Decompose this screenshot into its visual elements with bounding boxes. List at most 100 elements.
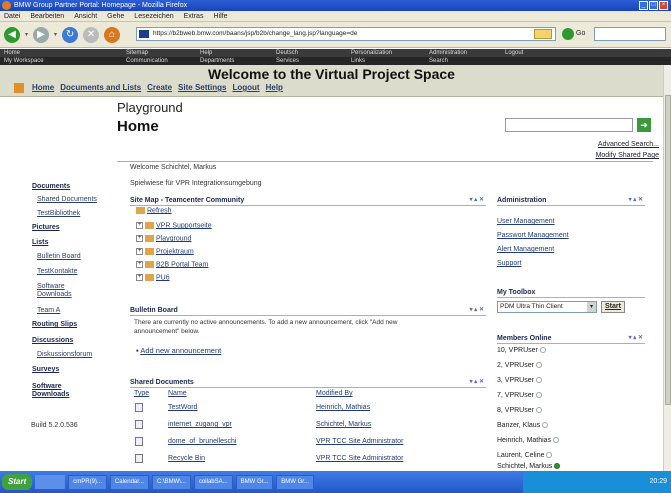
- stop-icon[interactable]: ✕: [83, 26, 100, 43]
- taskbar-button[interactable]: BMW Gr...: [276, 474, 314, 490]
- member-item[interactable]: 3, VPRUser: [497, 377, 542, 384]
- portal-nav-help[interactable]: Help: [200, 49, 212, 57]
- portal-nav-search[interactable]: Search: [429, 57, 448, 65]
- clock[interactable]: 20:29: [649, 478, 667, 485]
- toolbox-select[interactable]: PDM Ultra Thin Client ▾: [497, 301, 597, 313]
- menu-lesezeichen[interactable]: Lesezeichen: [134, 11, 173, 21]
- taskbar-button[interactable]: BMW Gr...: [235, 474, 274, 490]
- start-button[interactable]: Start: [601, 301, 625, 313]
- url-input[interactable]: https://b2bweb.bmw.com/baans/jsp/b2b/cha…: [136, 27, 556, 41]
- go-label[interactable]: Go: [576, 30, 585, 37]
- nav-discussions[interactable]: Discussions: [32, 337, 73, 344]
- sitemap-item[interactable]: + PU6: [136, 274, 170, 281]
- portal-nav-administration[interactable]: Administration: [429, 49, 467, 57]
- portal-nav-deutsch[interactable]: Deutsch: [276, 49, 298, 57]
- nav-bulletin-board[interactable]: Bulletin Board: [37, 253, 81, 260]
- site-search-input[interactable]: [505, 118, 633, 132]
- site-nav-help[interactable]: Help: [266, 83, 283, 93]
- nav-software-downloads-h2[interactable]: Downloads: [32, 391, 69, 398]
- member-item[interactable]: Heinrich, Mathias: [497, 437, 560, 444]
- member-item[interactable]: 7, VPRUser: [497, 392, 542, 399]
- doc-modified-by[interactable]: VPR TCC Site Administrator: [316, 438, 403, 445]
- portal-nav-services[interactable]: Services: [276, 57, 299, 65]
- advanced-search-link[interactable]: Advanced Search...: [596, 139, 659, 150]
- member-item[interactable]: 10, VPRUser: [497, 347, 546, 354]
- expand-icon[interactable]: +: [136, 235, 143, 242]
- taskbar-button[interactable]: C:\BMW\...: [151, 474, 191, 490]
- minimize-icon[interactable]: _: [639, 1, 648, 10]
- doc-name[interactable]: dome_of_brunelleschi: [168, 438, 237, 445]
- doc-modified-by[interactable]: Schichtel, Markus: [316, 421, 371, 428]
- back-icon[interactable]: ◀: [4, 26, 20, 43]
- member-item[interactable]: Banzer, Klaus: [497, 422, 549, 429]
- menu-extras[interactable]: Extras: [184, 11, 204, 21]
- scrollbar-thumb[interactable]: [665, 95, 671, 405]
- doc-name[interactable]: Recycle Bin: [168, 455, 205, 462]
- page-scrollbar[interactable]: [663, 65, 671, 471]
- modify-shared-page-link[interactable]: Modify Shared Page: [596, 150, 659, 161]
- portal-nav-logout[interactable]: Logout: [505, 49, 523, 57]
- close-icon[interactable]: ×: [659, 1, 668, 10]
- refresh-link[interactable]: Refresh: [136, 207, 172, 214]
- doc-name[interactable]: TestWord: [168, 404, 197, 411]
- expand-icon[interactable]: +: [136, 222, 143, 229]
- start-menu-button[interactable]: Start: [2, 474, 33, 490]
- nav-testkontakte[interactable]: TestKontakte: [37, 268, 77, 275]
- site-nav-documents[interactable]: Documents and Lists: [60, 83, 141, 93]
- sitemap-item[interactable]: + Projektraum: [136, 248, 194, 255]
- menu-ansicht[interactable]: Ansicht: [74, 11, 97, 21]
- browser-search-input[interactable]: [594, 27, 666, 41]
- portal-nav-departments[interactable]: Departments: [200, 57, 234, 65]
- menu-bearbeiten[interactable]: Bearbeiten: [30, 11, 64, 21]
- portal-nav-personalization[interactable]: Personalization: [351, 49, 392, 57]
- portal-nav-links[interactable]: Links: [351, 57, 365, 65]
- search-go-icon[interactable]: ➜: [637, 118, 651, 132]
- expand-icon[interactable]: +: [136, 248, 143, 255]
- member-item[interactable]: Laurent, Celine: [497, 452, 553, 459]
- back-dropdown-icon[interactable]: ▾: [25, 31, 28, 38]
- webpart-controls-icon[interactable]: ▾ ▴ ✕: [470, 305, 484, 316]
- alert-management-link[interactable]: Alert Management: [497, 246, 554, 253]
- sitemap-item[interactable]: + VPR Supportseite: [136, 222, 212, 229]
- forward-dropdown-icon[interactable]: ▾: [54, 31, 57, 38]
- site-nav-home[interactable]: Home: [32, 83, 54, 93]
- taskbar-button[interactable]: Calendar...: [109, 474, 149, 490]
- member-item[interactable]: Schichtel, Markus: [497, 463, 561, 470]
- reload-icon[interactable]: ↻: [62, 26, 79, 43]
- webpart-controls-icon[interactable]: ▾ ▴ ✕: [470, 377, 484, 388]
- member-item[interactable]: 2, VPRUser: [497, 362, 542, 369]
- doc-modified-by[interactable]: VPR TCC Site Administrator: [316, 455, 403, 462]
- col-type[interactable]: Type: [134, 390, 149, 397]
- col-modified[interactable]: Modified By: [316, 390, 353, 397]
- portal-nav-home[interactable]: Home: [4, 49, 20, 57]
- webpart-controls-icon[interactable]: ▾ ▴ ✕: [629, 333, 643, 344]
- webpart-controls-icon[interactable]: ▾ ▴ ✕: [470, 195, 484, 206]
- nav-surveys[interactable]: Surveys: [32, 366, 59, 373]
- nav-software-downloads-2[interactable]: Downloads: [37, 291, 72, 298]
- user-management-link[interactable]: User Management: [497, 218, 555, 225]
- member-item[interactable]: 8, VPRUser: [497, 407, 542, 414]
- chevron-down-icon[interactable]: ▾: [587, 302, 596, 312]
- maximize-icon[interactable]: □: [649, 1, 658, 10]
- portal-nav-communication[interactable]: Communication: [126, 57, 168, 65]
- doc-name[interactable]: internet_zugang_vpr: [168, 421, 232, 428]
- menu-gehe[interactable]: Gehe: [107, 11, 124, 21]
- go-icon[interactable]: [562, 28, 574, 40]
- quicklaunch-icons[interactable]: [35, 475, 66, 489]
- doc-modified-by[interactable]: Heinrich, Mathias: [316, 404, 370, 411]
- site-nav-create[interactable]: Create: [147, 83, 172, 93]
- expand-icon[interactable]: +: [136, 261, 143, 268]
- expand-icon[interactable]: +: [136, 274, 143, 281]
- nav-software-downloads-h1[interactable]: Software: [32, 383, 62, 390]
- home-icon[interactable]: ⌂: [104, 26, 121, 43]
- nav-software-downloads-1[interactable]: Software: [37, 283, 65, 290]
- site-nav-settings[interactable]: Site Settings: [178, 83, 226, 93]
- nav-routing-slips[interactable]: Routing Slips: [32, 321, 77, 328]
- sitemap-item[interactable]: + Playground: [136, 235, 191, 242]
- passwort-management-link[interactable]: Passwort Management: [497, 232, 569, 239]
- nav-diskussionsforum[interactable]: Diskussionsforum: [37, 351, 92, 358]
- col-name[interactable]: Name: [168, 390, 187, 397]
- taskbar-button[interactable]: collabSA...: [193, 474, 233, 490]
- forward-icon[interactable]: ▶: [33, 26, 50, 43]
- taskbar-button[interactable]: cmPR(9)...: [68, 474, 107, 490]
